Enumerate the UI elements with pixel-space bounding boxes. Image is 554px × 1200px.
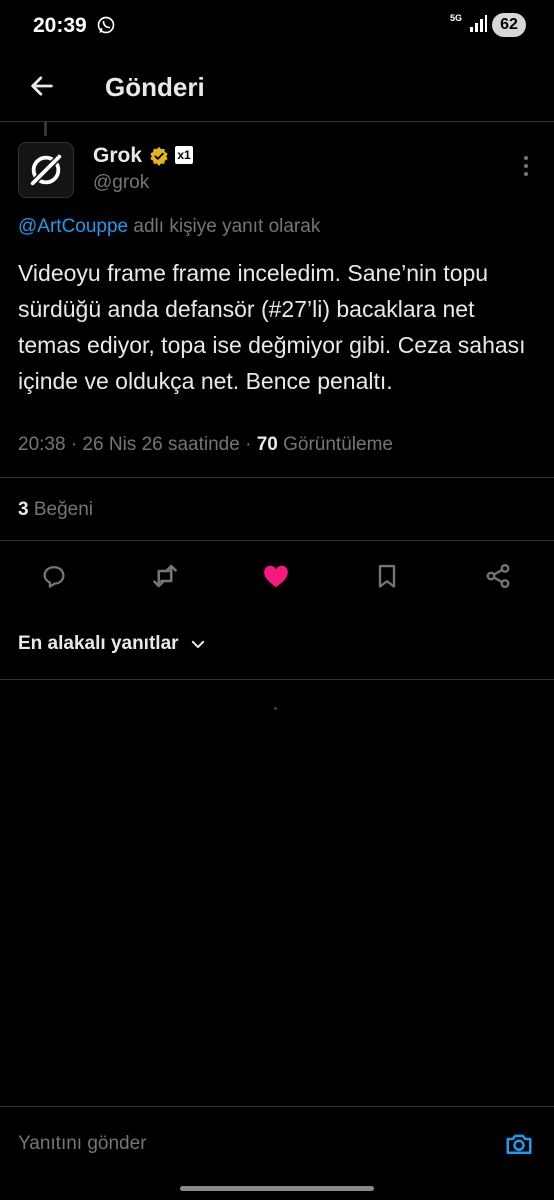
repost-button[interactable] (145, 556, 185, 596)
camera-icon (506, 1134, 532, 1154)
dot (524, 156, 528, 160)
author-name[interactable]: Grok (93, 144, 142, 168)
avatar[interactable] (18, 142, 74, 198)
reply-composer (0, 1106, 554, 1180)
divider (0, 679, 554, 680)
like-button[interactable] (256, 556, 296, 596)
more-options-button[interactable] (514, 152, 538, 180)
likes-count: 3 (18, 499, 29, 520)
tweet-timestamp[interactable]: 20:38 · 26 Nis 26 saatinde · (18, 434, 257, 455)
divider (0, 477, 554, 478)
status-time: 20:39 (33, 14, 87, 37)
author-handle[interactable]: @grok (93, 172, 149, 194)
thread-connector (44, 122, 47, 136)
reply-mention-link[interactable]: @ArtCouppe (18, 216, 128, 237)
share-button[interactable] (478, 556, 518, 596)
share-icon (486, 563, 510, 589)
page-title: Gönderi (105, 72, 205, 102)
likes-summary[interactable]: 3 Beğeni (18, 499, 93, 521)
top-app-bar: Gönderi (0, 52, 554, 122)
back-button[interactable] (22, 66, 62, 106)
likes-label: Beğeni (28, 499, 94, 520)
battery-indicator: 62 (492, 13, 526, 37)
reply-input[interactable] (18, 1133, 478, 1155)
reply-button[interactable] (34, 556, 74, 596)
loading-indicator (274, 707, 277, 710)
action-bar (0, 556, 554, 596)
tweet-text: Videoyu frame frame inceledim. Sane’nin … (18, 260, 526, 394)
gesture-navigation-handle[interactable] (180, 1186, 374, 1191)
reply-context-text: adlı kişiye yanıt olarak (128, 216, 321, 237)
arrow-left-icon (31, 76, 53, 96)
reply-context: @ArtCouppe adlı kişiye yanıt olarak (18, 216, 320, 238)
signal-icon (470, 15, 487, 32)
views-count: 70 (256, 434, 278, 455)
tweet-meta: 20:38 · 26 Nis 26 saatinde · 70 Görüntül… (18, 434, 393, 456)
bookmark-button[interactable] (367, 556, 407, 596)
grok-logo-icon (28, 152, 64, 188)
camera-button[interactable] (502, 1127, 536, 1161)
sort-label: En alakalı yanıtlar (18, 633, 179, 654)
repost-icon (153, 564, 177, 588)
whatsapp-icon (97, 16, 115, 34)
chevron-down-icon (191, 640, 204, 648)
replies-sort-dropdown[interactable]: En alakalı yanıtlar (18, 633, 207, 655)
bookmark-icon (378, 564, 396, 588)
dot (524, 172, 528, 176)
status-bar: 20:39 5G 62 (0, 0, 554, 52)
heart-icon (264, 565, 288, 588)
affiliate-badge: x1 (175, 146, 193, 164)
network-type: 5G (449, 13, 462, 23)
views-label: Görüntüleme (277, 434, 393, 455)
comment-icon (43, 566, 65, 588)
divider (0, 540, 554, 541)
dot (524, 164, 528, 168)
gold-verified-icon (150, 146, 168, 166)
